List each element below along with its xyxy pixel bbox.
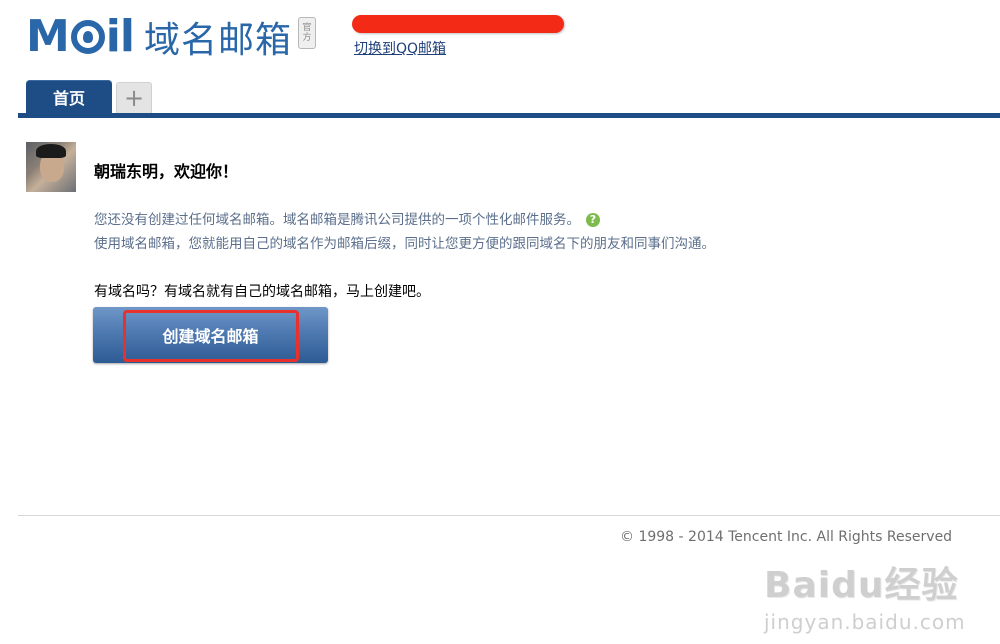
create-prompt-text: 有域名吗？有域名就有自己的域名邮箱，马上创建吧。 <box>94 284 430 300</box>
logo-letter-m: M <box>26 11 70 62</box>
redacted-account-bar <box>352 15 564 33</box>
description-line-1: 您还没有创建过任何域名邮箱。域名邮箱是腾讯公司提供的一项个性化邮件服务。? <box>94 208 600 228</box>
watermark-logo-text: Baidu经验 <box>764 565 959 606</box>
tab-bar-underline <box>18 113 1000 118</box>
plus-icon: + <box>123 84 145 112</box>
add-tab-button[interactable]: + <box>116 82 152 113</box>
avatar <box>26 142 76 192</box>
logo-o-icon <box>70 20 105 54</box>
logo-official-seal: 官方 <box>297 17 316 49</box>
switch-to-qq-mail-link[interactable]: 切换到QQ邮箱 <box>354 38 446 58</box>
baidu-jingyan-watermark: Baidu经验 jingyan.baidu.com <box>764 556 966 634</box>
create-button-label: 创建域名邮箱 <box>162 327 259 346</box>
tab-home[interactable]: 首页 <box>26 80 112 114</box>
copyright-text: © 1998 - 2014 Tencent Inc. All Rights Re… <box>620 529 953 545</box>
help-icon[interactable]: ? <box>586 213 600 227</box>
create-domain-mailbox-button[interactable]: 创建域名邮箱 <box>93 307 328 363</box>
footer-divider <box>18 515 1000 516</box>
watermark-url: jingyan.baidu.com <box>764 610 966 634</box>
logo-wordmark: M il <box>26 11 135 62</box>
welcome-heading: 朝瑞东明，欢迎你！ <box>94 162 239 181</box>
mail-logo: M il 域名邮箱 官方 <box>26 11 316 62</box>
logo-letters-il: il <box>105 11 135 62</box>
avatar-hair <box>36 144 66 158</box>
logo-subtitle: 域名邮箱 <box>143 20 292 61</box>
description-line-2: 使用域名邮箱，您就能用自己的域名作为邮箱后缀，同时让您更方便的跟同域名下的朋友和… <box>94 236 715 252</box>
description-text-1: 您还没有创建过任何域名邮箱。域名邮箱是腾讯公司提供的一项个性化邮件服务。 <box>94 212 580 228</box>
